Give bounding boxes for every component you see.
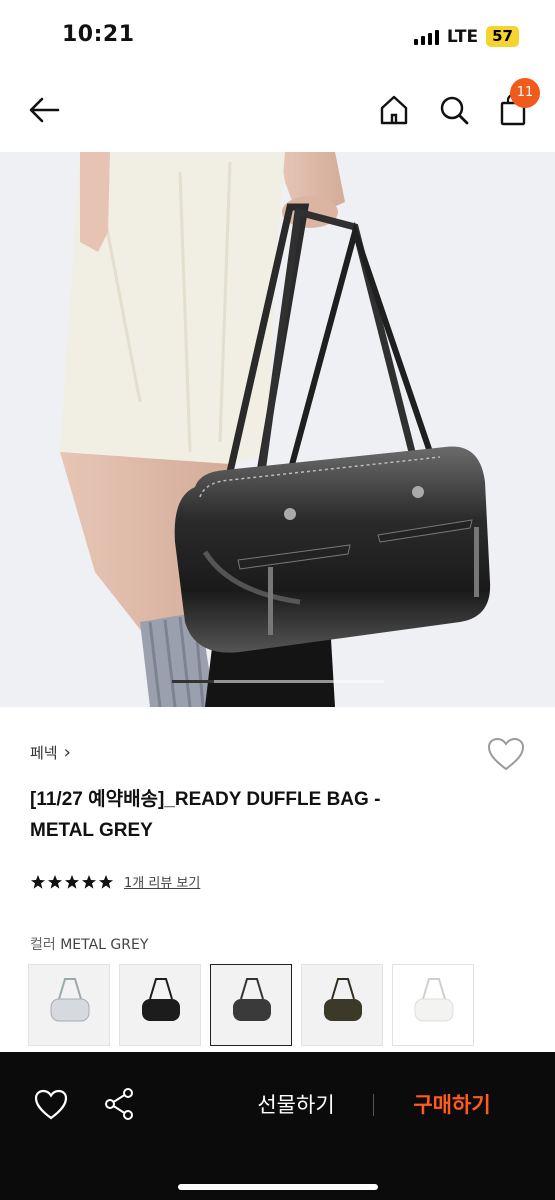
star-rating [30, 874, 114, 890]
bottom-action-bar: 선물하기 구매하기 [0, 1052, 555, 1200]
color-swatches [28, 964, 474, 1046]
status-bar: 10:21 LTE 57 [0, 0, 555, 72]
buy-button[interactable]: 구매하기 [392, 1088, 512, 1122]
product-title: [11/27 예약배송]_READY DUFFLE BAG - METAL GR… [30, 784, 490, 846]
swatch-black[interactable] [119, 964, 201, 1046]
color-label: 컬러 [30, 937, 56, 953]
image-slider-thumb[interactable] [172, 680, 215, 683]
home-indicator [178, 1184, 378, 1190]
swatch-khaki[interactable] [301, 964, 383, 1046]
gift-button[interactable]: 선물하기 [236, 1088, 356, 1122]
color-option-label: 컬러 METAL GREY [30, 934, 148, 954]
swatch-clear[interactable] [28, 964, 110, 1046]
bag-thumbnail [142, 978, 180, 1021]
brand-name: 페넥 [30, 744, 58, 762]
network-label: LTE [446, 26, 479, 47]
star-icon [48, 874, 62, 889]
brand-link[interactable]: 페넥 › [30, 742, 71, 763]
bag-thumbnail [50, 978, 90, 1022]
star-icon [65, 874, 79, 889]
bag-thumbnail [414, 978, 454, 1022]
bag-thumbnail [233, 978, 271, 1021]
status-indicators: LTE 57 [413, 26, 519, 47]
cart-count-badge: 11 [510, 78, 540, 108]
star-icon [99, 874, 113, 889]
swatch-metal-grey[interactable] [210, 964, 292, 1046]
rating-row: 1개 리뷰 보기 [30, 872, 200, 891]
home-icon[interactable] [374, 90, 414, 130]
share-icon[interactable] [100, 1084, 140, 1124]
bag-thumbnail [324, 978, 362, 1021]
battery-indicator: 57 [486, 26, 519, 47]
product-title-line-1: [11/27 예약배송]_READY DUFFLE BAG - [30, 789, 381, 810]
status-time: 10:21 [62, 22, 135, 47]
signal-icon [413, 29, 439, 45]
heart-icon[interactable] [31, 1084, 71, 1124]
review-link[interactable]: 1개 리뷰 보기 [124, 872, 200, 891]
top-nav [0, 80, 555, 140]
product-image[interactable] [0, 152, 555, 707]
chevron-right-icon: › [63, 742, 71, 763]
star-icon [82, 874, 96, 889]
color-value: METAL GREY [60, 937, 149, 953]
back-arrow-icon[interactable] [24, 90, 64, 130]
product-title-line-2: METAL GREY [30, 820, 153, 841]
divider [373, 1094, 374, 1116]
wishlist-heart-icon[interactable] [486, 736, 526, 772]
search-icon[interactable] [434, 90, 474, 130]
product-photo [0, 152, 555, 707]
star-icon [31, 874, 45, 889]
swatch-white[interactable] [392, 964, 474, 1046]
